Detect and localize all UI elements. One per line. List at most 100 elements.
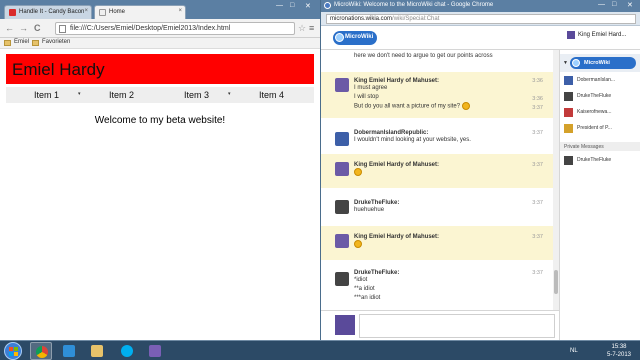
youtube-icon — [9, 9, 16, 16]
nav-item-1[interactable]: Item 1 — [34, 90, 59, 100]
tab-label: Handle It - Candy Bacon — [19, 9, 85, 15]
taskbar-chrome[interactable] — [30, 342, 52, 360]
tab-handle-it[interactable]: Handle It - Candy Bacon × — [4, 5, 92, 19]
start-button[interactable] — [4, 342, 22, 360]
chat-messages: here we don't need to argue to get our p… — [321, 50, 553, 310]
taskbar-photos[interactable] — [144, 342, 166, 360]
chat-message: here we don't need to argue to get our p… — [354, 53, 493, 59]
chrome-icon — [36, 346, 48, 358]
site-header: Emiel Hardy — [6, 54, 314, 84]
maximize-icon[interactable]: □ — [290, 2, 294, 9]
user-list-item[interactable]: President of P... — [564, 122, 640, 136]
user-list-sidebar: ▼ MicroWiki DobermanIslan... DrukeTheFlu… — [559, 50, 640, 340]
smiley-icon — [354, 240, 362, 248]
chat-input-row — [321, 310, 559, 340]
smiley-icon — [354, 168, 362, 176]
collapse-caret-icon[interactable]: ▼ — [563, 60, 568, 66]
tab-home[interactable]: Home × — [94, 5, 186, 19]
folder-icon — [4, 40, 11, 46]
skype-icon — [121, 345, 133, 357]
page-icon — [99, 9, 106, 16]
nav-item-3[interactable]: Item 3 — [184, 90, 209, 100]
chat-message: DrukeTheFluke: 3:37 huehuehue — [321, 192, 553, 222]
close-window-icon[interactable]: ✕ — [305, 2, 311, 10]
chat-header: MicroWiki King Emiel Hard... — [321, 26, 640, 50]
chat-message: King Emiel Hardy of Mahuset: 3:37 — [321, 226, 553, 260]
chrome-icon — [324, 2, 331, 9]
private-user-item[interactable]: DrukeTheFluke — [564, 154, 640, 168]
photos-icon — [149, 345, 161, 357]
chat-address-bar[interactable]: micronations.wikia.com/wiki/Special:Chat — [326, 14, 636, 24]
microwiki-logo[interactable]: MicroWiki — [333, 31, 377, 45]
globe-icon — [572, 59, 580, 67]
minimize-icon[interactable]: — — [276, 2, 283, 9]
star-icon[interactable]: ☆ — [298, 23, 306, 34]
bookmarks-bar: Emiel Favorieten — [0, 38, 320, 49]
folder-icon — [63, 345, 75, 357]
folder-icon — [91, 345, 103, 357]
taskbar-skype[interactable] — [116, 342, 138, 360]
avatar — [335, 132, 349, 146]
bookmark-favorieten[interactable]: Favorieten — [32, 39, 70, 46]
right-browser-window: MicroWiki: Welcome to the MicroWiki chat… — [321, 0, 640, 340]
sidebar-header: ▼ MicroWiki — [560, 54, 640, 72]
avatar — [335, 78, 349, 92]
reload-button[interactable]: C — [34, 23, 41, 33]
user-list-item[interactable]: DobermanIslan... — [564, 74, 640, 88]
tab-label: Home — [109, 9, 126, 15]
current-user[interactable]: King Emiel Hard... — [567, 31, 626, 39]
taskbar-explorer[interactable] — [86, 342, 108, 360]
avatar — [564, 108, 573, 117]
microwiki-room-logo[interactable]: MicroWiki — [570, 57, 636, 69]
avatar — [335, 272, 349, 286]
user-list-item[interactable]: Kaiserofnewa... — [564, 106, 640, 120]
address-bar[interactable]: file:///C:/Users/Emiel/Desktop/Emiel2013… — [55, 22, 295, 35]
page-viewport: Emiel Hardy Item 1 ▾ Item 2 Item 3 ▾ Ite… — [0, 49, 320, 340]
welcome-text: Welcome to my beta website! — [94, 115, 226, 126]
left-browser-window: Handle It - Candy Bacon × Home × — □ ✕ ←… — [0, 0, 320, 340]
avatar — [335, 200, 349, 214]
avatar — [564, 124, 573, 133]
bookmark-emiel[interactable]: Emiel — [4, 39, 29, 46]
chat-message: King Emiel Hardy of Mahuset: 3:37 — [321, 154, 553, 188]
avatar — [335, 234, 349, 248]
taskbar-folder[interactable] — [58, 342, 80, 360]
close-window-icon[interactable]: ✕ — [627, 1, 633, 9]
close-tab-icon[interactable]: × — [84, 8, 88, 14]
smiley-icon — [461, 102, 470, 110]
left-toolbar: ← → C file:///C:/Users/Emiel/Desktop/Emi… — [0, 19, 320, 38]
nav-item-4[interactable]: Item 4 — [259, 90, 284, 100]
window-title: MicroWiki: Welcome to the MicroWiki chat… — [334, 2, 494, 8]
back-button[interactable]: ← — [5, 23, 14, 33]
close-tab-icon[interactable]: × — [178, 8, 182, 14]
avatar — [335, 162, 349, 176]
user-list-item[interactable]: DrukeTheFluke — [564, 90, 640, 104]
dropdown-caret-icon[interactable]: ▾ — [228, 91, 231, 97]
avatar — [335, 315, 355, 335]
chat-message: DrukeTheFluke: 3:37 *idiot **a idiot ***… — [321, 264, 553, 310]
private-messages-header: Private Messages — [560, 142, 640, 151]
right-title-bar: MicroWiki: Welcome to the MicroWiki chat… — [321, 0, 640, 12]
address-text: file:///C:/Users/Emiel/Desktop/Emiel2013… — [70, 25, 231, 32]
globe-icon — [335, 33, 344, 42]
menu-icon[interactable]: ≡ — [309, 23, 314, 33]
forward-button[interactable]: → — [19, 23, 28, 33]
folder-icon — [32, 40, 39, 46]
avatar — [564, 156, 573, 165]
maximize-icon[interactable]: □ — [612, 1, 616, 8]
dropdown-caret-icon[interactable]: ▾ — [78, 91, 81, 97]
taskbar: NL 15:38 5-7-2013 — [0, 340, 640, 360]
nav-item-2[interactable]: Item 2 — [109, 90, 134, 100]
page-icon — [59, 25, 66, 33]
scrollbar-thumb[interactable] — [554, 270, 558, 294]
language-indicator[interactable]: NL — [570, 348, 578, 354]
chat-message: DobermanIslandRepublic: 3:37 I wouldn't … — [321, 122, 553, 152]
avatar — [567, 31, 575, 39]
system-clock[interactable]: 15:38 5-7-2013 — [604, 343, 634, 359]
avatar — [564, 92, 573, 101]
left-tabstrip: Handle It - Candy Bacon × Home × — □ ✕ — [0, 0, 320, 19]
minimize-icon[interactable]: — — [598, 1, 605, 8]
avatar — [564, 76, 573, 85]
right-url-bar: micronations.wikia.com/wiki/Special:Chat — [321, 12, 640, 26]
chat-input[interactable] — [359, 314, 555, 338]
